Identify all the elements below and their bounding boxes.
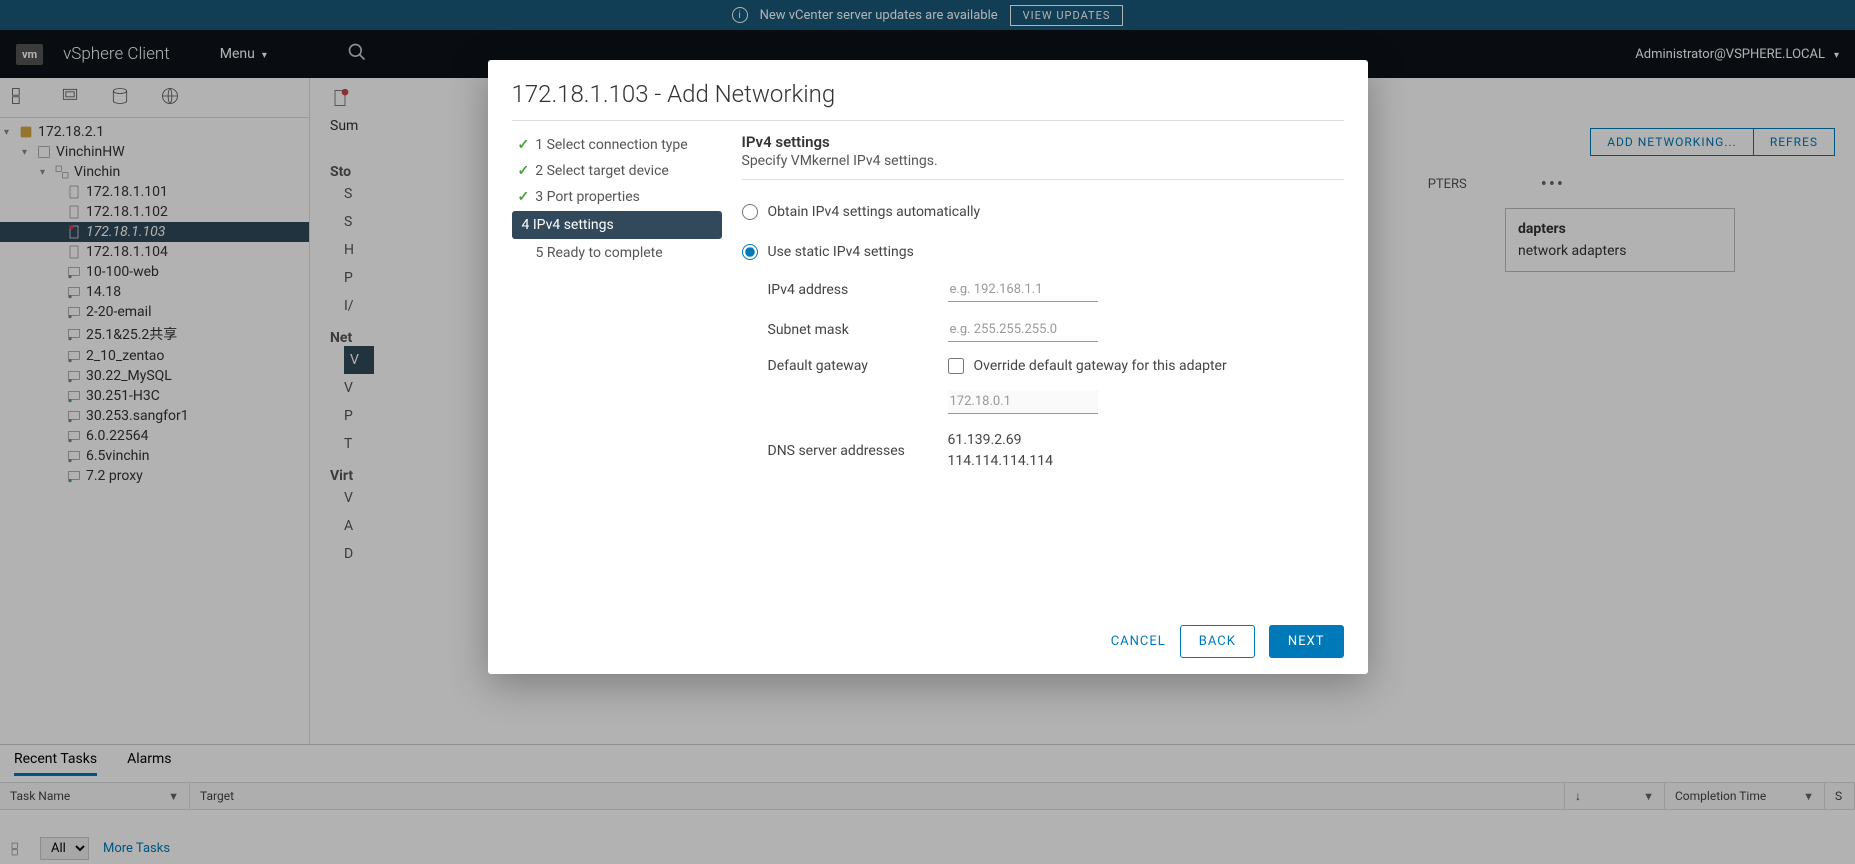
modal-footer: CANCEL BACK NEXT bbox=[488, 609, 1368, 674]
back-button[interactable]: BACK bbox=[1180, 625, 1255, 658]
check-icon: ✓ bbox=[518, 189, 530, 205]
ipv4-input[interactable] bbox=[948, 278, 1098, 302]
wizard-step-2[interactable]: ✓2 Select target device bbox=[512, 159, 722, 183]
wizard-steps: ✓1 Select connection type ✓2 Select targ… bbox=[512, 133, 722, 597]
label-dns: DNS server addresses bbox=[768, 443, 948, 459]
override-gateway[interactable]: Override default gateway for this adapte… bbox=[948, 358, 1344, 374]
wizard-step-3[interactable]: ✓3 Port properties bbox=[512, 185, 722, 209]
override-checkbox[interactable] bbox=[948, 358, 964, 374]
cancel-button[interactable]: CANCEL bbox=[1111, 634, 1166, 649]
label-ipv4: IPv4 address bbox=[768, 282, 948, 298]
mask-input[interactable] bbox=[948, 318, 1098, 342]
label-mask: Subnet mask bbox=[768, 322, 948, 338]
wizard-content: IPv4 settings Specify VMkernel IPv4 sett… bbox=[742, 133, 1344, 597]
add-networking-modal: 172.18.1.103 - Add Networking ✓1 Select … bbox=[488, 60, 1368, 674]
label-gateway: Default gateway bbox=[768, 358, 948, 374]
next-button[interactable]: NEXT bbox=[1269, 625, 1344, 658]
panel-heading: IPv4 settings bbox=[742, 133, 1344, 151]
check-icon: ✓ bbox=[518, 163, 530, 179]
check-icon: ✓ bbox=[518, 137, 530, 153]
panel-subtitle: Specify VMkernel IPv4 settings. bbox=[742, 153, 1344, 180]
wizard-step-1[interactable]: ✓1 Select connection type bbox=[512, 133, 722, 157]
dns-values: 61.139.2.69 114.114.114.114 bbox=[948, 430, 1344, 472]
wizard-step-4[interactable]: 4 IPv4 settings bbox=[512, 211, 722, 239]
radio-static[interactable]: Use static IPv4 settings bbox=[742, 244, 1344, 260]
wizard-step-5[interactable]: 5 Ready to complete bbox=[512, 241, 722, 265]
radio-auto[interactable]: Obtain IPv4 settings automatically bbox=[742, 204, 1344, 220]
modal-title: 172.18.1.103 - Add Networking bbox=[512, 60, 1344, 121]
radio-auto-input[interactable] bbox=[742, 204, 758, 220]
radio-static-input[interactable] bbox=[742, 244, 758, 260]
gateway-input bbox=[948, 390, 1098, 414]
